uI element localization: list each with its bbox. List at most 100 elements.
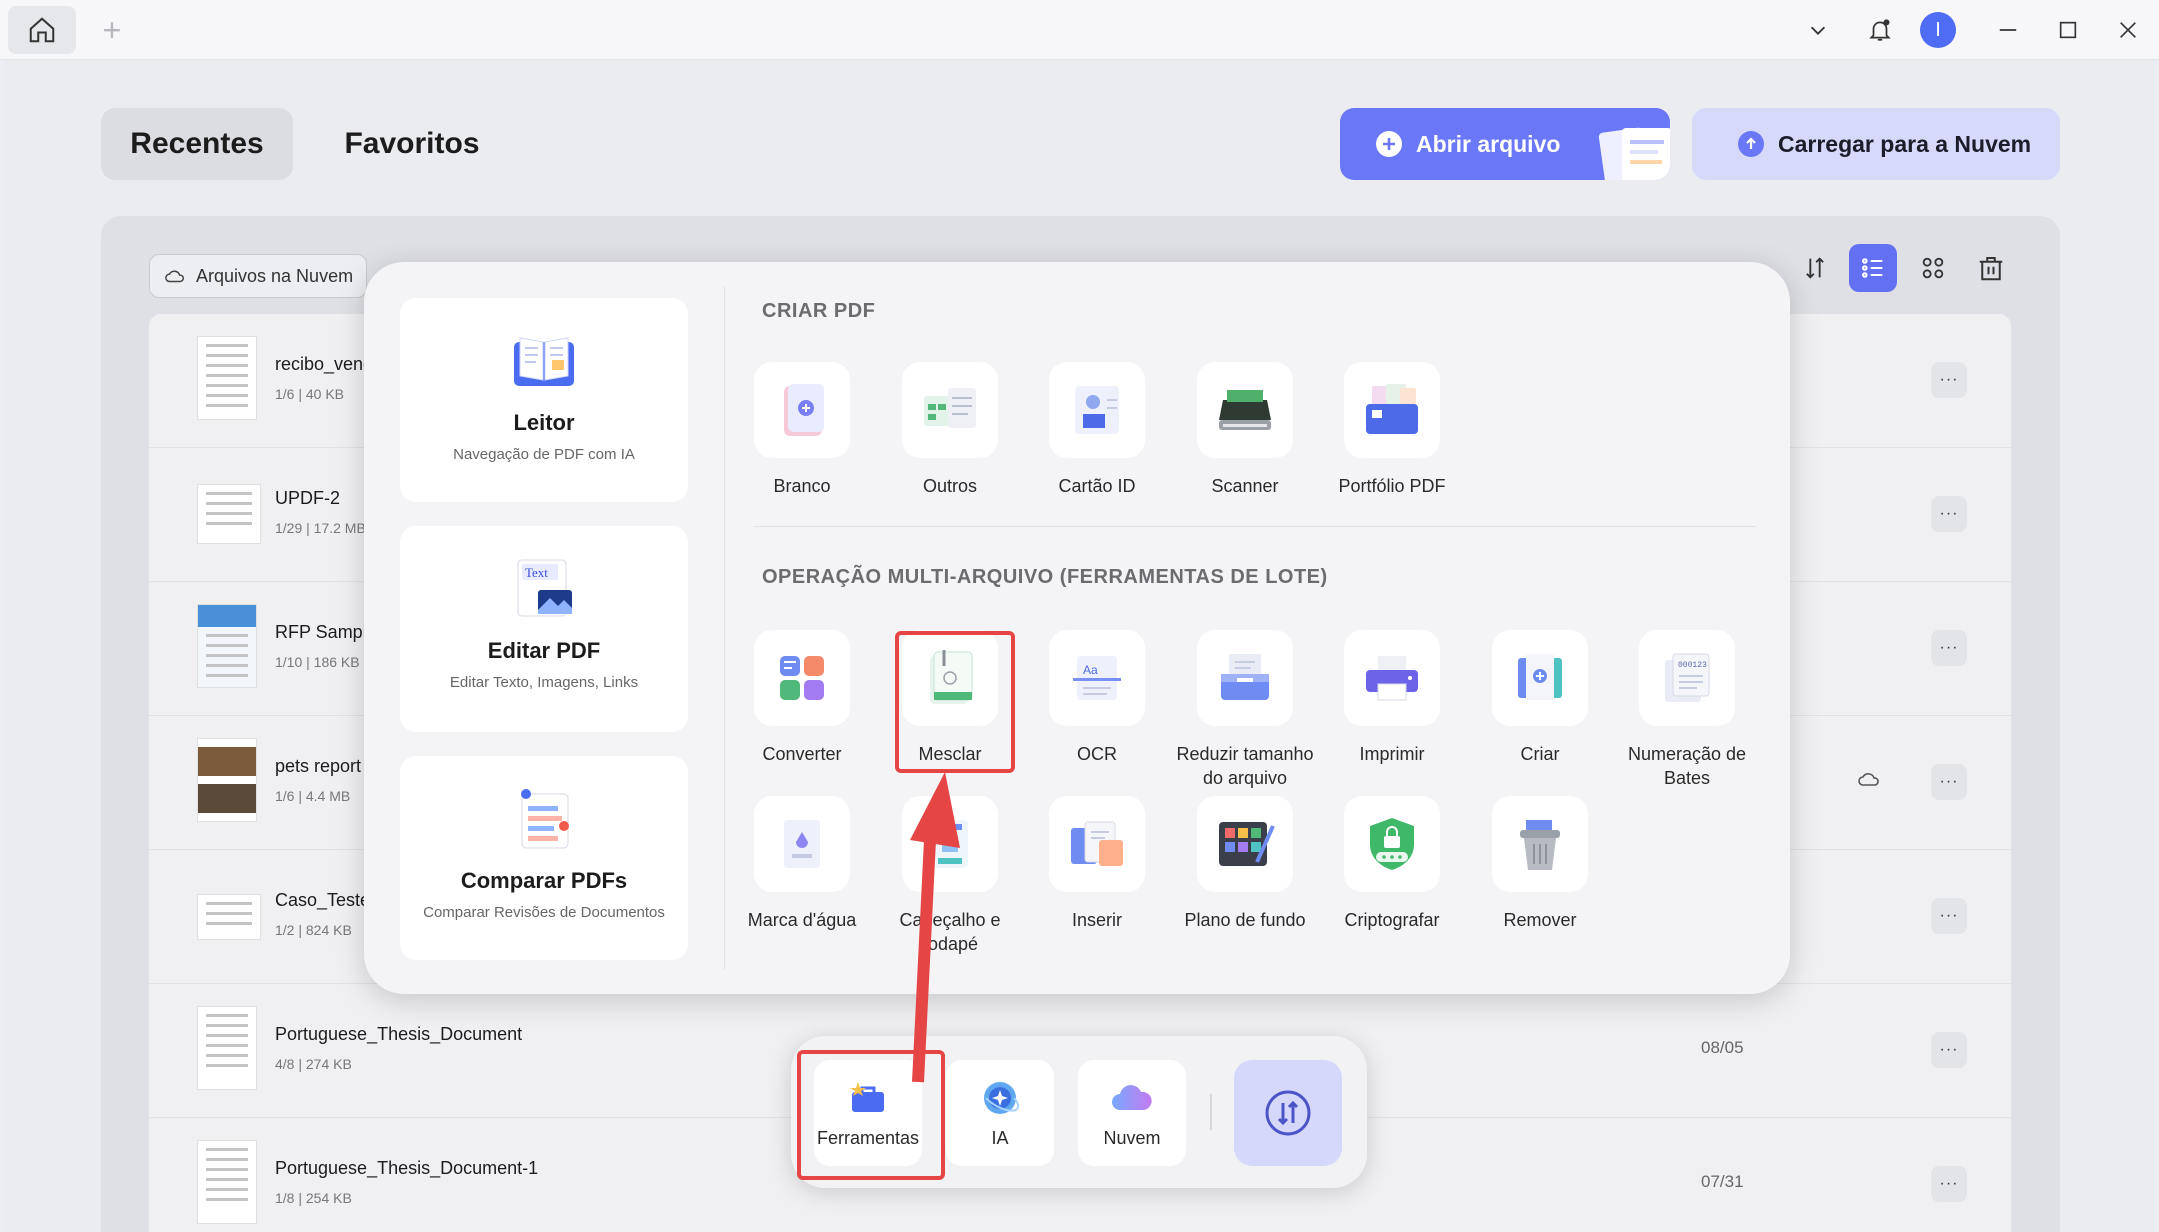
edit-pdf-desc: Editar Texto, Imagens, Links <box>449 674 639 691</box>
file-thumbnail <box>197 1006 257 1090</box>
tool-compress[interactable]: Reduzir tamanho do arquivo <box>1171 630 1319 790</box>
tool-label: Outros <box>922 476 978 496</box>
dropdown-button[interactable] <box>1798 10 1838 50</box>
tool-scanner[interactable]: Scanner <box>1171 362 1319 498</box>
file-name: recibo_vend <box>275 354 374 374</box>
tool-label: Inserir <box>1071 910 1122 930</box>
file-meta: 1/8 | 254 KB <box>275 1190 352 1206</box>
tool-create[interactable]: Criar <box>1466 630 1614 766</box>
tool-label: Reduzir tamanho do arquivo <box>1176 744 1314 788</box>
file-name: Portuguese_Thesis_Document-1 <box>275 1158 539 1178</box>
close-icon <box>2120 22 2136 38</box>
tool-watermark[interactable]: Marca d'água <box>728 796 876 932</box>
file-date: 07/31 <box>1701 1172 1744 1191</box>
file-meta: 1/29 | 17.2 MB <box>275 520 366 536</box>
sort-circle-icon <box>1265 1090 1311 1136</box>
dock-cloud-button[interactable]: Nuvem <box>1078 1060 1186 1166</box>
file-meta: 1/6 | 4.4 MB <box>275 788 351 804</box>
trash-button[interactable] <box>1967 244 2015 292</box>
more-options-button[interactable]: ··· <box>1931 898 1967 934</box>
open-file-button[interactable]: Abrir arquivo <box>1340 108 1670 180</box>
create-pdf-icon <box>1518 654 1562 700</box>
blank-page-icon <box>784 384 824 436</box>
tab-recentes[interactable]: Recentes <box>101 108 293 180</box>
new-tab-button[interactable]: + <box>92 10 132 50</box>
tool-bates-numbering[interactable]: 000123 Numeração de Bates <box>1613 630 1761 790</box>
dock-ai-button[interactable]: IA <box>946 1060 1054 1166</box>
trash-icon <box>1979 257 2003 281</box>
tool-remove[interactable]: Remover <box>1466 796 1614 932</box>
compare-pdfs-title: Comparar PDFs <box>460 868 628 893</box>
svg-text:000123: 000123 <box>1678 661 1707 670</box>
notifications-button[interactable] <box>1860 10 1900 50</box>
tool-label: Branco <box>773 476 831 496</box>
tool-print[interactable]: Imprimir <box>1318 630 1466 766</box>
tool-label: OCR <box>1077 744 1117 764</box>
cloud-files-filter[interactable]: Arquivos na Nuvem <box>149 254 367 298</box>
popup-divider-horizontal <box>754 526 1756 527</box>
file-name: RFP Sample <box>275 622 377 642</box>
plus-circle-icon <box>1376 131 1402 157</box>
tool-label: Criptografar <box>1344 910 1440 930</box>
file-name: Portuguese_Thesis_Document <box>275 1024 523 1044</box>
file-name: pets report <box>275 756 362 776</box>
file-thumbnail <box>197 336 257 420</box>
highlight-tools <box>797 1050 945 1180</box>
list-view-button[interactable] <box>1849 244 1897 292</box>
compare-pdfs-desc: Comparar Revisões de Documentos <box>423 904 665 921</box>
tool-label: Imprimir <box>1359 744 1425 764</box>
reader-card[interactable]: Leitor Navegação de PDF com IA <box>400 298 688 502</box>
documents-illustration-icon <box>1598 127 1670 180</box>
background-palette-icon <box>1219 822 1275 866</box>
tool-blank[interactable]: Branco <box>728 362 876 498</box>
cloud-icon <box>1112 1085 1152 1110</box>
chevron-down-icon <box>1810 26 1826 35</box>
tool-label: Numeração de Bates <box>1627 744 1747 788</box>
more-options-button[interactable]: ··· <box>1931 362 1967 398</box>
tool-portfolio[interactable]: Portfólio PDF <box>1318 362 1466 498</box>
upload-icon <box>1738 131 1764 157</box>
tool-label: Cabeçalho e rodapé <box>899 910 1001 954</box>
tool-label: Portfólio PDF <box>1338 476 1446 496</box>
tool-encrypt[interactable]: Criptografar <box>1318 796 1466 932</box>
upload-cloud-button[interactable]: Carregar para a Nuvem <box>1692 108 2060 180</box>
compare-icon <box>521 789 569 849</box>
sort-icon <box>1806 257 1824 279</box>
tool-other[interactable]: Outros <box>876 362 1024 498</box>
tool-insert[interactable]: Inserir <box>1023 796 1171 932</box>
tool-convert[interactable]: Converter <box>728 630 876 766</box>
grid-view-button[interactable] <box>1909 244 1957 292</box>
more-options-button[interactable]: ··· <box>1931 496 1967 532</box>
tool-id-card[interactable]: Cartão ID <box>1023 362 1171 498</box>
compare-pdfs-card[interactable]: Comparar PDFs Comparar Revisões de Docum… <box>400 756 688 960</box>
close-button[interactable] <box>2108 10 2148 50</box>
sort-button[interactable] <box>1791 244 1839 292</box>
minimize-button[interactable] <box>1988 10 2028 50</box>
file-meta: 1/2 | 824 KB <box>275 922 352 938</box>
file-thumbnail <box>197 484 261 544</box>
tool-header-footer[interactable]: Cabeçalho e rodapé <box>876 796 1024 956</box>
tools-popup: Leitor Navegação de PDF com IA Text Edit… <box>364 262 1790 994</box>
more-options-button[interactable]: ··· <box>1931 1166 1967 1202</box>
tool-background[interactable]: Plano de fundo <box>1171 796 1319 932</box>
more-options-button[interactable]: ··· <box>1931 630 1967 666</box>
cloud-status-icon <box>1857 770 1881 793</box>
avatar[interactable]: I <box>1920 12 1956 48</box>
watermark-icon <box>784 820 820 868</box>
home-tab[interactable] <box>8 6 76 54</box>
svg-text:Text: Text <box>525 565 548 580</box>
trash-bin-icon <box>1520 820 1560 870</box>
more-options-button[interactable]: ··· <box>1931 764 1967 800</box>
more-options-button[interactable]: ··· <box>1931 1032 1967 1068</box>
edit-pdf-card[interactable]: Text Editar PDF Editar Texto, Imagens, L… <box>400 526 688 732</box>
maximize-button[interactable] <box>2048 10 2088 50</box>
grid-view-icon <box>1922 257 1944 279</box>
tool-label: Converter <box>762 744 842 764</box>
tool-ocr[interactable]: Aa OCR <box>1023 630 1171 766</box>
tab-favoritos[interactable]: Favoritos <box>304 108 520 180</box>
file-date: 08/05 <box>1701 1038 1744 1057</box>
portfolio-icon <box>1366 384 1418 434</box>
dock-sort-toggle-button[interactable] <box>1234 1060 1342 1166</box>
list-view-icon <box>1862 258 1883 278</box>
tool-label: Plano de fundo <box>1184 910 1306 930</box>
